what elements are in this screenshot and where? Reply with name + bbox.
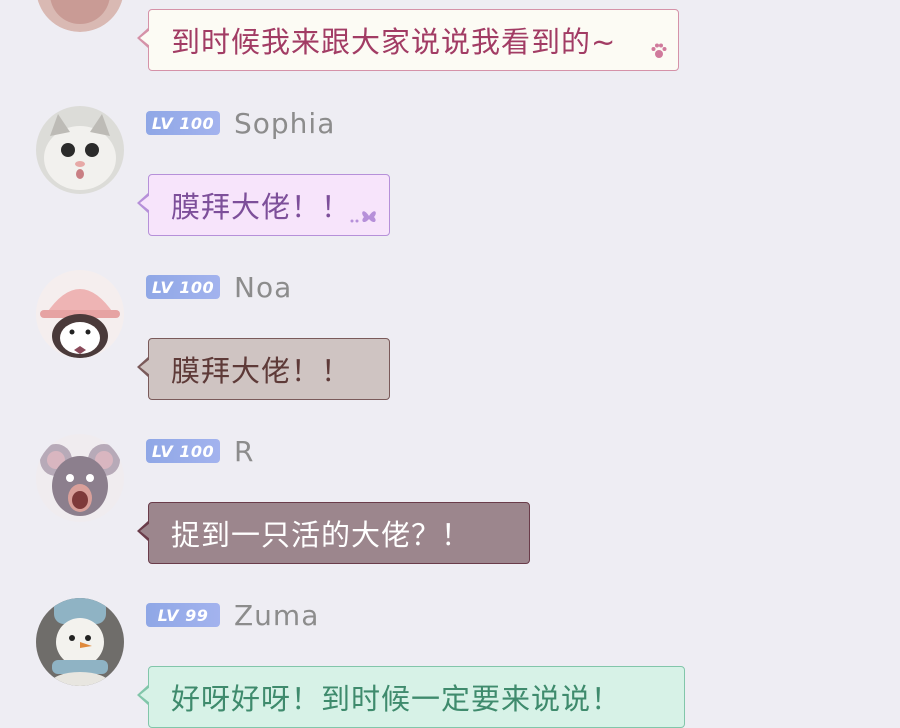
paw-icon xyxy=(650,42,668,64)
username[interactable]: R xyxy=(234,435,254,468)
bubble-tail-fill xyxy=(140,359,150,375)
bubble-tail-fill xyxy=(140,195,150,211)
message-bubble: 膜拜大佬！！ xyxy=(137,338,390,400)
message-text: 膜拜大佬！！ xyxy=(171,354,352,388)
message-text: 捉到一只活的大佬？！ xyxy=(171,518,472,552)
message-bubble: 到时候我来跟大家说说我看到的~ xyxy=(137,9,679,71)
message-text: 到时候我来跟大家说说我看到的~ xyxy=(171,25,617,59)
cat-avatar-image xyxy=(36,106,124,194)
butterfly-icon xyxy=(349,207,379,229)
username[interactable]: Noa xyxy=(234,271,292,304)
level-badge: LV 100 xyxy=(146,275,220,299)
avatar[interactable] xyxy=(36,0,124,32)
snowman-avatar-image xyxy=(36,598,124,686)
avatar[interactable] xyxy=(36,598,124,686)
bubble-tail-fill xyxy=(140,30,150,46)
level-badge: LV 99 xyxy=(146,603,220,627)
avatar-image xyxy=(37,0,123,32)
username[interactable]: Sophia xyxy=(234,107,335,140)
message-text: 好呀好呀！到时候一定要来说说！ xyxy=(171,682,622,716)
bubble-tail-fill xyxy=(140,687,150,703)
avatar[interactable] xyxy=(36,106,124,194)
penguin-avatar-image xyxy=(36,270,124,358)
message-bubble: 捉到一只活的大佬？！ xyxy=(137,502,530,564)
avatar[interactable] xyxy=(36,270,124,358)
avatar[interactable] xyxy=(36,434,124,522)
level-badge: LV 100 xyxy=(146,111,220,135)
message-text: 膜拜大佬！！ xyxy=(171,190,352,224)
message-bubble: 膜拜大佬！！ xyxy=(137,174,390,236)
mouse-avatar-image xyxy=(36,434,124,522)
bubble-tail-fill xyxy=(140,523,150,539)
message-bubble: 好呀好呀！到时候一定要来说说！ xyxy=(137,666,685,728)
username[interactable]: Zuma xyxy=(234,599,319,632)
level-badge: LV 100 xyxy=(146,439,220,463)
